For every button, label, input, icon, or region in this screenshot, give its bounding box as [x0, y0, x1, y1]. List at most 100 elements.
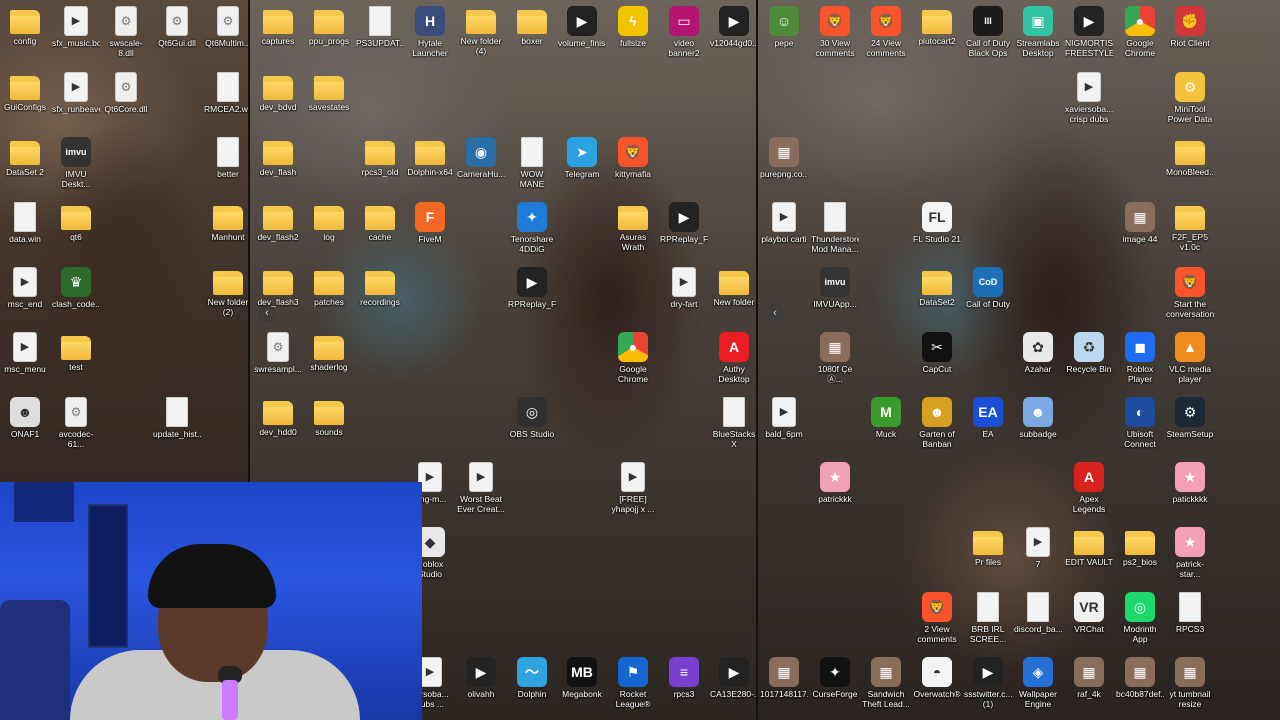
desktop-icon-patickkkk[interactable]: ★ patickkkk [1166, 462, 1214, 504]
desktop-icon-pr-files[interactable]: Pr files [964, 527, 1012, 567]
desktop-icon-msc-menu[interactable]: ▶ msc_menu [1, 332, 49, 374]
desktop-icon-patrick-star[interactable]: ★ patrick-star... [1166, 527, 1214, 579]
desktop-icon-dolphin-x64[interactable]: Dolphin-x64 [406, 137, 454, 177]
desktop-icon-new-folder-4[interactable]: New folder (4) [457, 6, 505, 56]
desktop-icon-rmcea2-w[interactable]: RMCEA2.w... [204, 72, 250, 114]
desktop-icon-new-folder[interactable]: New folder [710, 267, 758, 307]
desktop-icon-sandwich-theft-lead[interactable]: ▦ Sandwich Theft Lead... [862, 657, 910, 709]
desktop-icon-minitool-power-data[interactable]: ⚙MiniTool Power Data ... [1166, 72, 1214, 124]
desktop-icon-google-chrome[interactable]: ● Google Chrome [609, 332, 657, 384]
desktop-icon-clash-code[interactable]: ♛ clash_code... [52, 267, 100, 309]
desktop-icon-megabonk[interactable]: MB Megabonk [558, 657, 606, 699]
desktop-icon-obs-studio[interactable]: ◎ OBS Studio [508, 397, 556, 439]
desktop-icon-dataset-2[interactable]: DataSet 2 [1, 137, 49, 177]
desktop-icon-streamlabs-desktop[interactable]: ▣ Streamlabs Desktop [1014, 6, 1062, 58]
desktop-icon-call-of-duty-black-ops-iii[interactable]: IIICall of Duty Black Ops III [964, 6, 1012, 58]
desktop-icon-riot-client[interactable]: ✊ Riot Client [1166, 6, 1214, 48]
desktop-icon-swscale-8-dll[interactable]: ⚙ swscale-8.dll [102, 6, 150, 58]
desktop-icon-volume-finished[interactable]: ▶ volume_finished [558, 6, 606, 48]
desktop-icon-google-chrome[interactable]: ● Google Chrome [1116, 6, 1164, 58]
desktop-icon-24-view-comments[interactable]: 🦁 24 View comments [862, 6, 910, 58]
desktop-icon-dev-flash3[interactable]: dev_flash3 [254, 267, 302, 307]
desktop-icon-subbadge[interactable]: ☻ subbadge [1014, 397, 1062, 439]
desktop-icon-guiconfigs[interactable]: GuiConfigs [1, 72, 49, 112]
desktop-icon-hytale-launcher[interactable]: H Hytale Launcher [406, 6, 454, 58]
desktop-icon-fivem[interactable]: F FiveM [406, 202, 454, 244]
desktop-icon-msc-end[interactable]: ▶ msc_end [1, 267, 49, 309]
desktop-icon-manhunt[interactable]: Manhunt [204, 202, 250, 242]
desktop-icon-worst-beat-ever-creat[interactable]: ▶ Worst Beat Ever Creat... [457, 462, 505, 514]
desktop-icon-brb-irl-scree[interactable]: BRB IRL SCREE... [964, 592, 1012, 644]
desktop-icon-v12044gd0[interactable]: ▶ v12044gd0... [710, 6, 758, 48]
desktop-icon-captures[interactable]: captures [254, 6, 302, 46]
desktop-icon-savestates[interactable]: savestates [305, 72, 353, 112]
desktop-icon-test[interactable]: test [52, 332, 100, 372]
desktop-icon-olivahh[interactable]: ▶ olivahh [457, 657, 505, 699]
desktop-icon-raf-4k[interactable]: ▦ raf_4k [1065, 657, 1113, 699]
desktop-icon-boxer[interactable]: boxer [508, 6, 556, 46]
desktop-icon-video-banner2[interactable]: ▭ video banner2 [660, 6, 708, 58]
desktop-icon-ubisoft-connect[interactable]: ◐ Ubisoft Connect [1116, 397, 1164, 449]
desktop-icon-cache[interactable]: cache [356, 202, 404, 242]
desktop-icon-ps3updat[interactable]: PS3UPDAT... [356, 6, 404, 48]
desktop-icon-start-the-conversation[interactable]: 🦁 Start the conversation [1166, 267, 1214, 319]
desktop-icon-authy-desktop[interactable]: A Authy Desktop [710, 332, 758, 384]
desktop-icon-1017148117[interactable]: ▦ 1017148117... [760, 657, 808, 699]
desktop-icon-recordings[interactable]: recordings [356, 267, 404, 307]
desktop-icon-call-of-duty[interactable]: CoD Call of Duty [964, 267, 1012, 309]
desktop-icon-log[interactable]: log [305, 202, 353, 242]
desktop-icon-wallpaper-engine[interactable]: ◈ Wallpaper Engine [1014, 657, 1062, 709]
desktop-icon-2-view-comments[interactable]: 🦁 2 View comments [913, 592, 961, 644]
desktop-icon-rpcs3-old[interactable]: rpcs3_old [356, 137, 404, 177]
desktop-icon-thunderstore-mod-mana[interactable]: Thunderstore Mod Mana... [811, 202, 859, 254]
desktop-icon-wow-mane[interactable]: WOW MANE [508, 137, 556, 189]
desktop-icon-imvuapp[interactable]: imvu IMVUApp... [811, 267, 859, 309]
desktop-icon-capcut[interactable]: ✂ CapCut [913, 332, 961, 374]
desktop-icon-bc40b87def[interactable]: ▦ bc40b87def... [1116, 657, 1164, 699]
desktop-icon-curseforge[interactable]: ✦ CurseForge [811, 657, 859, 699]
desktop-icon-apex-legends[interactable]: A Apex Legends [1065, 462, 1113, 514]
desktop-icon-fullsize[interactable]: ϟ fullsize [609, 6, 657, 48]
desktop-icon-rpreplay-f[interactable]: ▶ RPReplay_F... [660, 202, 708, 244]
desktop-icon-dev-flash[interactable]: dev_flash [254, 137, 302, 177]
desktop-icon-sounds[interactable]: sounds [305, 397, 353, 437]
desktop-icon-vrchat[interactable]: VR VRChat [1065, 592, 1113, 634]
desktop-icon-roblox-player[interactable]: ◼ Roblox Player [1116, 332, 1164, 384]
desktop-icon-bluestacks-x[interactable]: BlueStacks X [710, 397, 758, 449]
desktop-icon-shaderlog[interactable]: shaderlog [305, 332, 353, 372]
desktop-icon-edit-vault[interactable]: EDIT VAULT [1065, 527, 1113, 567]
desktop-icon-asuras-wrath-usa-en-ja[interactable]: Asuras Wrath (USA) (En,Ja... [609, 202, 657, 252]
desktop-icon-rpreplay-f[interactable]: ▶ RPReplay_F... [508, 267, 556, 309]
desktop-icon-dev-flash2[interactable]: dev_flash2 [254, 202, 302, 242]
desktop-icon-7[interactable]: ▶ 7 [1014, 527, 1062, 569]
desktop-icon-playboi-carti[interactable]: ▶ playboi carti [760, 202, 808, 244]
desktop-icon-rocket-league[interactable]: ⚑ Rocket League® [609, 657, 657, 709]
desktop-icon-discord-ba[interactable]: discord_ba... [1014, 592, 1062, 634]
desktop-icon-patrickkk[interactable]: ★ patrickkk [811, 462, 859, 504]
desktop-icon-new-folder-2[interactable]: New folder (2) [204, 267, 250, 317]
desktop-icon-dev-bdvd[interactable]: dev_bdvd [254, 72, 302, 112]
desktop-icon-purepng-co[interactable]: ▦ purepng.co... [760, 137, 808, 179]
desktop-icon-xaviersoba-crisp-dubs[interactable]: ▶xaviersoba... crisp dubs ... [1065, 72, 1113, 124]
desktop-icon-free-yhapojj-x[interactable]: ▶ [FREE] yhapojj x ... [609, 462, 657, 514]
desktop-icon-imvu-deskt[interactable]: imvu IMVU Deskt... [52, 137, 100, 189]
desktop-icon-ssstwitter-c-1[interactable]: ▶ ssstwitter.c... (1) [964, 657, 1012, 709]
desktop-icon-muck[interactable]: M Muck [862, 397, 910, 439]
desktop-icon-better[interactable]: better [204, 137, 250, 179]
desktop-icon-image-44[interactable]: ▦ image 44 [1116, 202, 1164, 244]
desktop-icon-kittymafia[interactable]: 🦁 kittymafia [609, 137, 657, 179]
desktop-icon-qt6[interactable]: qt6 [52, 202, 100, 242]
desktop-icon-rpcs3[interactable]: RPCS3 [1166, 592, 1214, 634]
desktop-icon-vlc-media-player[interactable]: ▲ VLC media player [1166, 332, 1214, 384]
desktop-icon-onaf1[interactable]: ☻ ONAF1 [1, 397, 49, 439]
desktop-icon-dolphin[interactable]: 〜 Dolphin [508, 657, 556, 699]
desktop-icon-1080f-e-facebook-p[interactable]: ▦1080f Çe Ⓐ... Facebook P... [811, 332, 859, 384]
desktop-icon-azahar[interactable]: ✿ Azahar [1014, 332, 1062, 374]
desktop-icon-ea[interactable]: EA EA [964, 397, 1012, 439]
desktop-icon-bald-6pm[interactable]: ▶ bald_6pm [760, 397, 808, 439]
desktop-icon-steamsetup[interactable]: ⚙ SteamSetup [1166, 397, 1214, 439]
desktop-icon-rpcs3[interactable]: ≡ rpcs3 [660, 657, 708, 699]
desktop-icon-fl-studio-21[interactable]: FL FL Studio 21 [913, 202, 961, 244]
desktop-icon-qt6core-dll[interactable]: ⚙ Qt6Core.dll [102, 72, 150, 114]
desktop-icon-plutocart2[interactable]: plutocart2 [913, 6, 961, 46]
